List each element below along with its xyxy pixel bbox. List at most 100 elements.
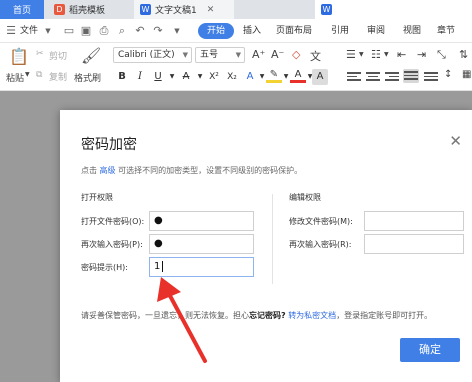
advanced-link[interactable]: 高级 <box>100 166 116 175</box>
menu-references[interactable]: 引用 <box>331 19 349 43</box>
menu-bar: ☰ 文件 ▼ ▭ ▣ ⎙ ⌕ ↶ ↷ ▼ 开始 插入 页面布局 引用 审阅 视图… <box>0 19 472 43</box>
justify-icon[interactable] <box>403 69 419 83</box>
save-icon[interactable]: ▣ <box>79 24 93 38</box>
note-text-2: ，登录指定账号即可打开。 <box>336 311 433 320</box>
ok-button[interactable]: 确定 <box>400 338 460 362</box>
menu-chapter[interactable]: 章节 <box>437 19 455 43</box>
bold-icon[interactable]: B <box>114 69 130 85</box>
format-painter-button[interactable]: 格式刷 <box>74 71 101 84</box>
open-folder-icon[interactable]: ▭ <box>62 24 76 38</box>
password-hint-value: 1 <box>154 261 161 272</box>
open-password-value: ● <box>154 215 163 226</box>
tab-template[interactable]: D 稻壳模板 <box>48 0 130 19</box>
tab-home[interactable]: 首页 <box>0 0 44 19</box>
paste-chevron-icon[interactable]: ▼ <box>25 71 30 78</box>
open-password-field[interactable]: ● <box>149 211 254 231</box>
section-divider <box>272 194 273 284</box>
modify-password-label: 修改文件密码(M): <box>289 217 353 226</box>
dialog-description: 点击 高级 可选择不同的加密类型，设置不同级别的密码保护。 <box>81 165 302 176</box>
text-caret <box>162 260 164 272</box>
redo-icon[interactable]: ↷ <box>151 24 165 38</box>
bullet-list-icon[interactable]: ☰ <box>346 48 356 61</box>
note-forgot-password: 忘记密码? <box>249 311 286 320</box>
chevron-down-icon: ▼ <box>235 51 241 59</box>
private-doc-link[interactable]: 转为私密文档 <box>288 311 336 320</box>
reenter-modify-password-field[interactable] <box>364 234 464 254</box>
tab-bar: 首页 D 稻壳模板 W 文字文稿1 ✕ W <box>0 0 472 19</box>
border-icon[interactable]: ▦ <box>462 69 471 80</box>
chevron-down-icon[interactable]: ▼ <box>41 24 55 38</box>
reenter-open-password-value: ● <box>154 238 163 249</box>
reenter-open-password-label: 再次输入密码(P): <box>81 240 143 249</box>
reenter-modify-password-label: 再次输入密码(R): <box>289 240 352 249</box>
tab-document-label: 文字文稿1 <box>155 6 197 16</box>
italic-icon[interactable]: I <box>132 69 148 85</box>
print-preview-icon[interactable]: ⌕ <box>115 24 129 38</box>
menu-layout[interactable]: 页面布局 <box>276 19 312 43</box>
docer-logo-icon: D <box>54 4 65 15</box>
word-doc-icon: W <box>140 4 151 15</box>
paste-button[interactable]: 粘贴 <box>6 71 24 84</box>
font-size-select[interactable]: 五号 ▼ <box>195 47 245 63</box>
copy-icon[interactable]: ⧉ <box>36 70 42 80</box>
modify-password-field[interactable] <box>364 211 464 231</box>
open-permission-title: 打开权限 <box>81 193 113 202</box>
password-hint-field[interactable]: 1 <box>149 257 254 277</box>
menu-start[interactable]: 开始 <box>198 23 235 39</box>
pinyin-icon[interactable]: 文 <box>310 48 321 64</box>
dialog-title: 密码加密 <box>81 137 137 153</box>
toolbar: 📋 粘贴 ▼ ✂ 剪切 ⧉ 复制 🖌 格式刷 Calibri (正文) ▼ 五号… <box>0 43 472 91</box>
cut-icon[interactable]: ✂ <box>36 49 44 59</box>
open-password-label: 打开文件密码(O): <box>81 217 145 226</box>
menu-review[interactable]: 审阅 <box>367 19 385 43</box>
chinese-layout-icon[interactable]: ⤡ <box>437 48 446 62</box>
font-name-select[interactable]: Calibri (正文) ▼ <box>113 47 192 63</box>
grow-font-icon[interactable]: A⁺ <box>252 48 265 61</box>
superscript-icon[interactable]: X² <box>206 69 222 85</box>
password-note: 请妥善保管密码，一旦遗忘，则无法恢复。担心忘记密码? 转为私密文档，登录指定账号… <box>81 310 432 321</box>
numbered-chevron-icon[interactable]: ▼ <box>384 51 389 58</box>
word-doc-icon-2: W <box>321 4 332 15</box>
more-chevron-icon[interactable]: ▼ <box>170 24 184 38</box>
copy-button[interactable]: 复制 <box>49 70 67 83</box>
menu-insert[interactable]: 插入 <box>243 19 261 43</box>
note-text-1: 请妥善保管密码，一旦遗忘，则无法恢复。担心 <box>81 311 249 320</box>
close-icon[interactable]: ✕ <box>449 132 462 150</box>
paste-icon[interactable]: 📋 <box>9 47 29 66</box>
password-encryption-dialog: 密码加密 ✕ 点击 高级 可选择不同的加密类型，设置不同级别的密码保护。 打开权… <box>60 110 472 382</box>
line-spacing-icon[interactable]: ↕ <box>444 69 452 80</box>
align-left-icon[interactable] <box>347 70 361 82</box>
chevron-down-icon: ▼ <box>182 51 188 59</box>
sort-icon[interactable]: ⇅ <box>459 48 468 61</box>
align-right-icon[interactable] <box>385 70 399 82</box>
cut-button[interactable]: 剪切 <box>49 49 67 62</box>
menu-hamburger-icon[interactable]: ☰ <box>4 24 18 38</box>
tab-template-label: 稻壳模板 <box>69 6 106 16</box>
menu-file[interactable]: 文件 <box>20 19 38 43</box>
tab-document[interactable]: W 文字文稿1 ✕ <box>134 0 234 19</box>
format-painter-icon[interactable]: 🖌 <box>81 46 101 65</box>
print-icon[interactable]: ⎙ <box>97 24 111 38</box>
close-icon[interactable]: ✕ <box>207 5 215 15</box>
undo-icon[interactable]: ↶ <box>133 24 147 38</box>
desc-prefix: 点击 <box>81 166 97 175</box>
edit-permission-title: 编辑权限 <box>289 193 321 202</box>
tab-home-label: 首页 <box>12 6 31 16</box>
menu-view[interactable]: 视图 <box>403 19 421 43</box>
subscript-icon[interactable]: X₂ <box>224 69 240 85</box>
char-shading-icon[interactable]: A <box>312 69 328 85</box>
align-center-icon[interactable] <box>366 70 380 82</box>
desc-suffix: 可选择不同的加密类型，设置不同级别的密码保护。 <box>118 166 303 175</box>
password-hint-label: 密码提示(H): <box>81 263 128 272</box>
decrease-indent-icon[interactable]: ⇤ <box>397 48 406 61</box>
reenter-open-password-field[interactable]: ● <box>149 234 254 254</box>
bullet-chevron-icon[interactable]: ▼ <box>359 51 364 58</box>
clear-format-icon[interactable]: ◇ <box>292 48 300 61</box>
distribute-icon[interactable] <box>424 70 438 82</box>
tab-next[interactable]: W <box>315 0 472 19</box>
shrink-font-icon[interactable]: A⁻ <box>271 48 284 61</box>
font-name-value: Calibri (正文) <box>118 50 175 60</box>
increase-indent-icon[interactable]: ⇥ <box>417 48 426 61</box>
font-size-value: 五号 <box>200 50 219 60</box>
numbered-list-icon[interactable]: ☷ <box>371 48 381 61</box>
